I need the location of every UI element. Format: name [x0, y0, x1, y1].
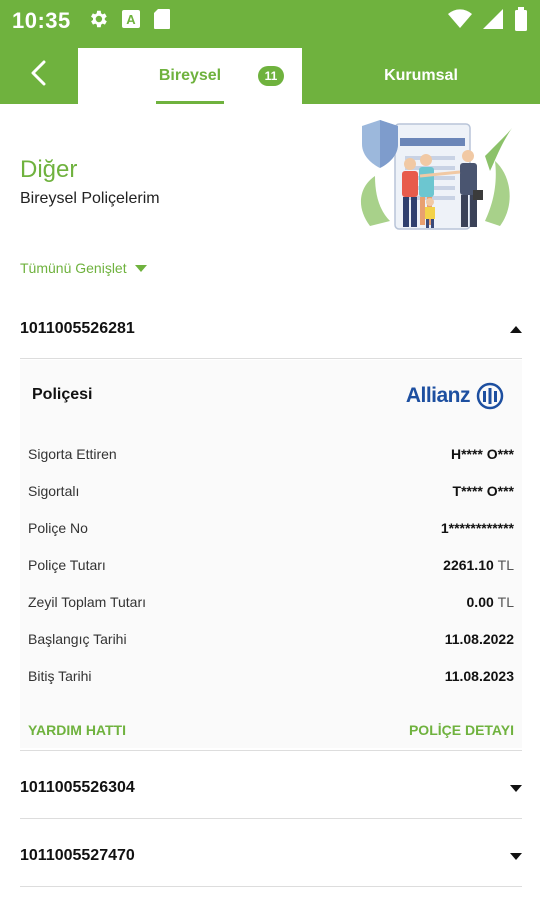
detail-row-policyholder: Sigorta Ettiren H**** O***	[28, 446, 514, 462]
detail-label: Bitiş Tarihi	[28, 668, 92, 684]
detail-row-insured: Sigortalı T**** O***	[28, 483, 514, 499]
detail-row-premium: Poliçe Tutarı 2261.10 TL	[28, 557, 514, 573]
policy-header-1[interactable]: 1011005526281	[20, 318, 522, 340]
tab-individual-label: Bireysel	[158, 67, 222, 84]
divider	[20, 750, 522, 751]
currency-unit: TL	[497, 594, 514, 610]
svg-text:A: A	[126, 12, 136, 27]
insurer-logo-text: Allianz	[405, 384, 471, 407]
helpline-button[interactable]: YARDIM HATTI	[28, 722, 126, 738]
back-button[interactable]	[0, 42, 78, 104]
detail-value-wrap: 0.00 TL	[467, 594, 514, 610]
detail-row-start-date: Başlangıç Tarihi 11.08.2022	[28, 631, 514, 647]
detail-value: 2261.10	[443, 557, 494, 573]
caret-up-icon	[510, 325, 522, 333]
detail-label: Zeyil Toplam Tutarı	[28, 594, 147, 610]
status-bar: 10:35 A	[0, 0, 540, 42]
page-title: Diğer	[20, 156, 78, 183]
policy-header-3[interactable]: 1011005527470	[20, 845, 522, 867]
detail-value-wrap: 2261.10 TL	[443, 557, 514, 573]
policy-detail-panel: Poliçesi Allianz Sigorta Ettiren H**** O…	[20, 360, 522, 748]
detail-row-end-date: Bitiş Tarihi 11.08.2023	[28, 668, 514, 684]
detail-label: Poliçe No	[28, 520, 88, 536]
policy-number: 1011005527470	[20, 847, 135, 864]
caret-down-icon	[510, 784, 522, 792]
policy-count-badge: 11	[258, 66, 284, 86]
back-arrow-icon	[31, 60, 46, 86]
divider	[20, 886, 522, 887]
sim-card-icon	[153, 8, 171, 35]
allianz-emblem-icon	[476, 382, 504, 410]
gear-icon	[87, 8, 109, 35]
expand-all-label: Tümünü Genişlet	[20, 260, 127, 276]
signal-icon	[482, 8, 504, 35]
insurer-logo: Allianz	[406, 382, 504, 410]
detail-label: Sigorta Ettiren	[28, 446, 117, 462]
detail-value: 11.08.2023	[444, 668, 514, 684]
expand-all-button[interactable]: Tümünü Genişlet	[20, 260, 147, 276]
page-subtitle: Bireysel Poliçelerim	[20, 190, 160, 207]
wifi-icon	[448, 8, 472, 34]
insurance-illustration	[360, 120, 512, 230]
tab-individual[interactable]: Bireysel 11	[78, 48, 302, 104]
a-box-icon: A	[121, 9, 141, 34]
detail-value: 11.08.2022	[444, 631, 514, 647]
tab-corporate-label: Kurumsal	[384, 67, 458, 84]
tab-bar: Bireysel 11 Kurumsal	[0, 42, 540, 104]
detail-row-endorsement-total: Zeyil Toplam Tutarı 0.00 TL	[28, 594, 514, 610]
currency-unit: TL	[497, 557, 514, 573]
detail-value: 1************	[440, 520, 514, 536]
caret-down-icon	[510, 852, 522, 860]
detail-label: Başlangıç Tarihi	[28, 631, 127, 647]
detail-title: Poliçesi	[32, 386, 93, 403]
page-header: Diğer Bireysel Poliçelerim	[0, 104, 540, 254]
detail-label: Sigortalı	[28, 483, 80, 499]
policy-number: 1011005526304	[20, 779, 135, 796]
status-time: 10:35	[12, 8, 71, 33]
tab-corporate[interactable]: Kurumsal	[302, 48, 540, 104]
detail-row-policy-no: Poliçe No 1************	[28, 520, 514, 536]
detail-label: Poliçe Tutarı	[28, 557, 106, 573]
policy-number: 1011005526281	[20, 320, 135, 337]
battery-icon	[514, 6, 528, 36]
caret-down-icon	[134, 264, 147, 272]
policy-header-2[interactable]: 1011005526304	[20, 777, 522, 799]
detail-value: T**** O***	[452, 483, 514, 499]
detail-value: H**** O***	[450, 446, 514, 462]
policy-detail-button[interactable]: POLİÇE DETAYI	[409, 722, 514, 738]
detail-value: 0.00	[466, 594, 494, 610]
divider	[20, 358, 522, 359]
divider	[20, 818, 522, 819]
